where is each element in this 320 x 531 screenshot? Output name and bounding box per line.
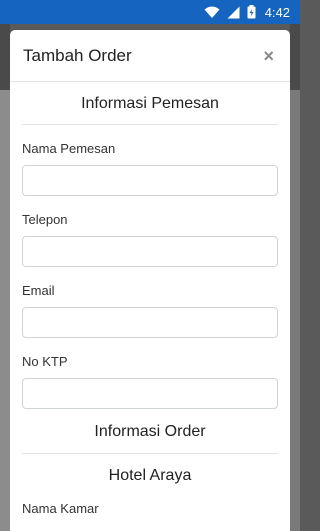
customer-name-input[interactable] <box>22 165 278 196</box>
ktp-label: No KTP <box>22 354 68 369</box>
phone-input[interactable] <box>22 236 278 267</box>
status-icons: 4:42 <box>204 5 290 20</box>
battery-icon <box>247 5 256 19</box>
add-order-modal: Tambah Order × Informasi Pemesan Nama Pe… <box>10 30 290 531</box>
email-label: Email <box>22 283 55 298</box>
phone-label: Telepon <box>22 212 68 227</box>
divider <box>22 124 278 125</box>
hotel-name: Hotel Araya <box>108 467 192 484</box>
email-input[interactable] <box>22 307 278 338</box>
status-time: 4:42 <box>264 4 290 20</box>
section-heading-customer: Informasi Pemesan <box>81 95 219 112</box>
section-heading-order: Informasi Order <box>94 423 206 440</box>
close-button[interactable]: × <box>259 45 278 67</box>
background-edge-left <box>0 90 10 531</box>
status-bar: 4:42 <box>0 0 300 24</box>
modal-header: Tambah Order × <box>10 30 290 82</box>
ktp-input[interactable] <box>22 378 278 409</box>
wifi-icon <box>204 6 220 19</box>
signal-icon <box>227 6 240 19</box>
modal-title: Tambah Order <box>23 45 132 65</box>
room-name-label: Nama Kamar <box>22 501 99 516</box>
background-edge-right <box>290 90 300 531</box>
name-label: Nama Pemesan <box>22 141 116 156</box>
modal-body: Informasi Pemesan Nama Pemesan Telepon E… <box>10 82 290 516</box>
